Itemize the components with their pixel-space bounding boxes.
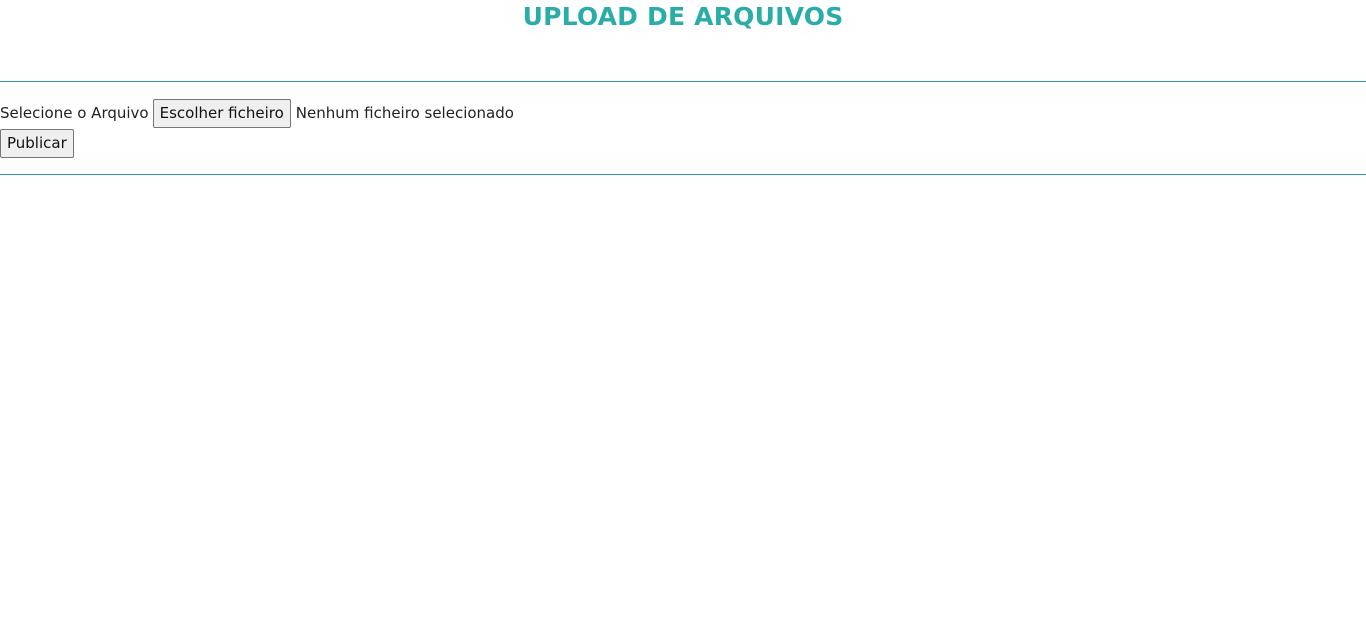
file-select-row: Selecione o Arquivo Escolher ficheiro Ne… — [0, 98, 514, 128]
submit-row: Publicar — [0, 129, 74, 158]
page-title: UPLOAD DE ARQUIVOS — [522, 2, 844, 31]
bottom-divider — [0, 174, 1366, 175]
choose-file-button[interactable]: Escolher ficheiro — [152, 98, 291, 128]
publish-button[interactable]: Publicar — [0, 129, 74, 158]
file-label: Selecione o Arquivo — [0, 104, 149, 122]
file-status-text: Nenhum ficheiro selecionado — [295, 104, 514, 122]
top-divider — [0, 81, 1366, 82]
